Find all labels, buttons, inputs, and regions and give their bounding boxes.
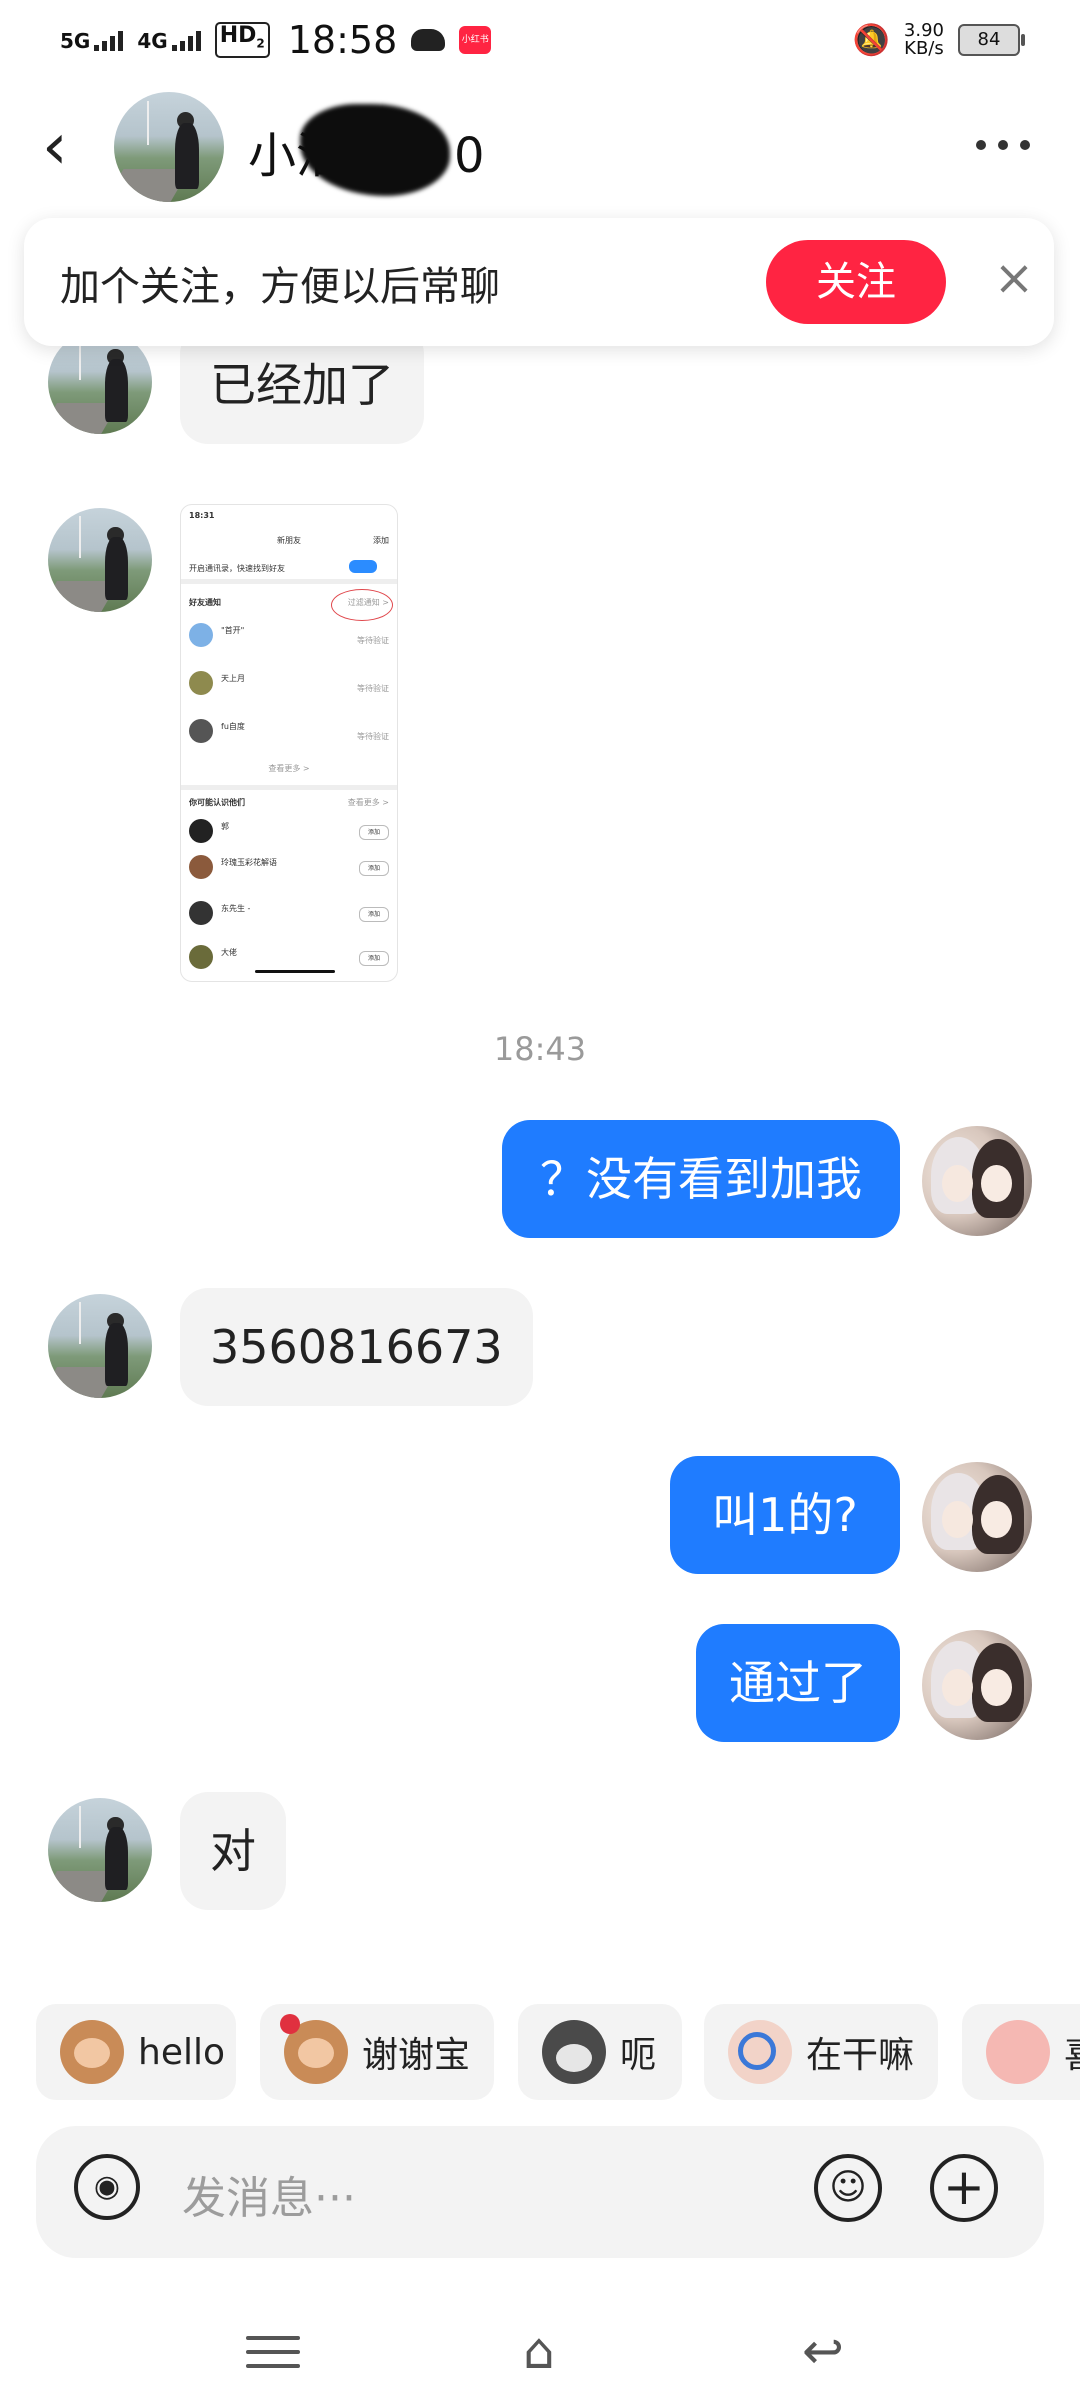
back-arrow-icon[interactable]: ‹	[42, 112, 92, 182]
my-avatar[interactable]	[922, 1126, 1032, 1236]
quick-reply-what-doing[interactable]: 在干嘛	[704, 2004, 938, 2100]
plus-icon[interactable]: +	[930, 2154, 998, 2222]
contact-avatar[interactable]	[114, 92, 224, 202]
quick-reply-thanks[interactable]: 谢谢宝	[260, 2004, 494, 2100]
status-bar: 5G 4G HD2 18:58 小红书 🔕 3.90 KB/s 84	[0, 0, 1080, 80]
quick-reply-uh[interactable]: 呃	[518, 2004, 682, 2100]
my-avatar[interactable]	[922, 1462, 1032, 1572]
message-bubble-sent[interactable]: ？没有看到加我	[502, 1120, 900, 1238]
home-nav-icon[interactable]: ⌂	[504, 2316, 574, 2386]
quick-reply-hello[interactable]: hello	[36, 2004, 236, 2100]
cat-sticker-icon	[542, 2020, 606, 2084]
network-speed: 3.90 KB/s	[903, 20, 944, 59]
follow-banner: 加个关注，方便以后常聊 关注 ×	[24, 218, 1054, 346]
message-bubble-sent[interactable]: 叫1的?	[670, 1456, 900, 1574]
follow-prompt-text: 加个关注，方便以后常聊	[60, 264, 500, 310]
message-timestamp: 18:43	[493, 1030, 587, 1068]
hd-icon: HD2	[214, 22, 270, 58]
contact-avatar-small[interactable]	[48, 1798, 152, 1902]
monkey-rose-sticker-icon	[280, 2014, 348, 2084]
close-banner-icon[interactable]: ×	[984, 248, 1044, 308]
message-bubble-received[interactable]: 对	[180, 1792, 286, 1910]
more-options-icon[interactable]	[976, 140, 1030, 150]
follow-button[interactable]: 关注	[766, 240, 946, 324]
pig-sticker-icon	[986, 2020, 1050, 2084]
magnifier-sticker-icon	[728, 2020, 792, 2084]
mute-bell-icon: 🔕	[852, 22, 890, 58]
emoji-icon[interactable]: ☺	[814, 2154, 882, 2222]
menu-nav-icon[interactable]	[246, 2326, 300, 2378]
contact-avatar-small[interactable]	[48, 1294, 152, 1398]
xiaohongshu-notification-icon: 小红书	[459, 26, 492, 54]
signal-4g: 4G	[137, 29, 201, 51]
contact-avatar-small[interactable]	[48, 508, 152, 612]
my-avatar[interactable]	[922, 1630, 1032, 1740]
back-nav-icon[interactable]: ↩	[788, 2316, 858, 2386]
battery-icon: 84	[958, 24, 1025, 56]
signal-5g: 5G	[60, 29, 124, 51]
monkey-sticker-icon	[60, 2020, 124, 2084]
message-input[interactable]: 发消息···	[182, 2162, 356, 2226]
image-message-screenshot[interactable]: 18:31 新朋友 添加 开启通讯录，快速找到好友 好友通知 过滤通知 > "首…	[180, 504, 398, 982]
weather-cloud-icon	[411, 29, 446, 51]
message-input-bar: ◉ 发消息··· ☺ +	[36, 2126, 1044, 2258]
voice-input-icon[interactable]: ◉	[74, 2154, 140, 2220]
quick-reply-happy[interactable]: 喜	[962, 2004, 1080, 2100]
message-bubble-sent[interactable]: 通过了	[696, 1624, 900, 1742]
message-bubble-received[interactable]: 3560816673	[180, 1288, 533, 1406]
clock: 18:58	[287, 18, 398, 62]
